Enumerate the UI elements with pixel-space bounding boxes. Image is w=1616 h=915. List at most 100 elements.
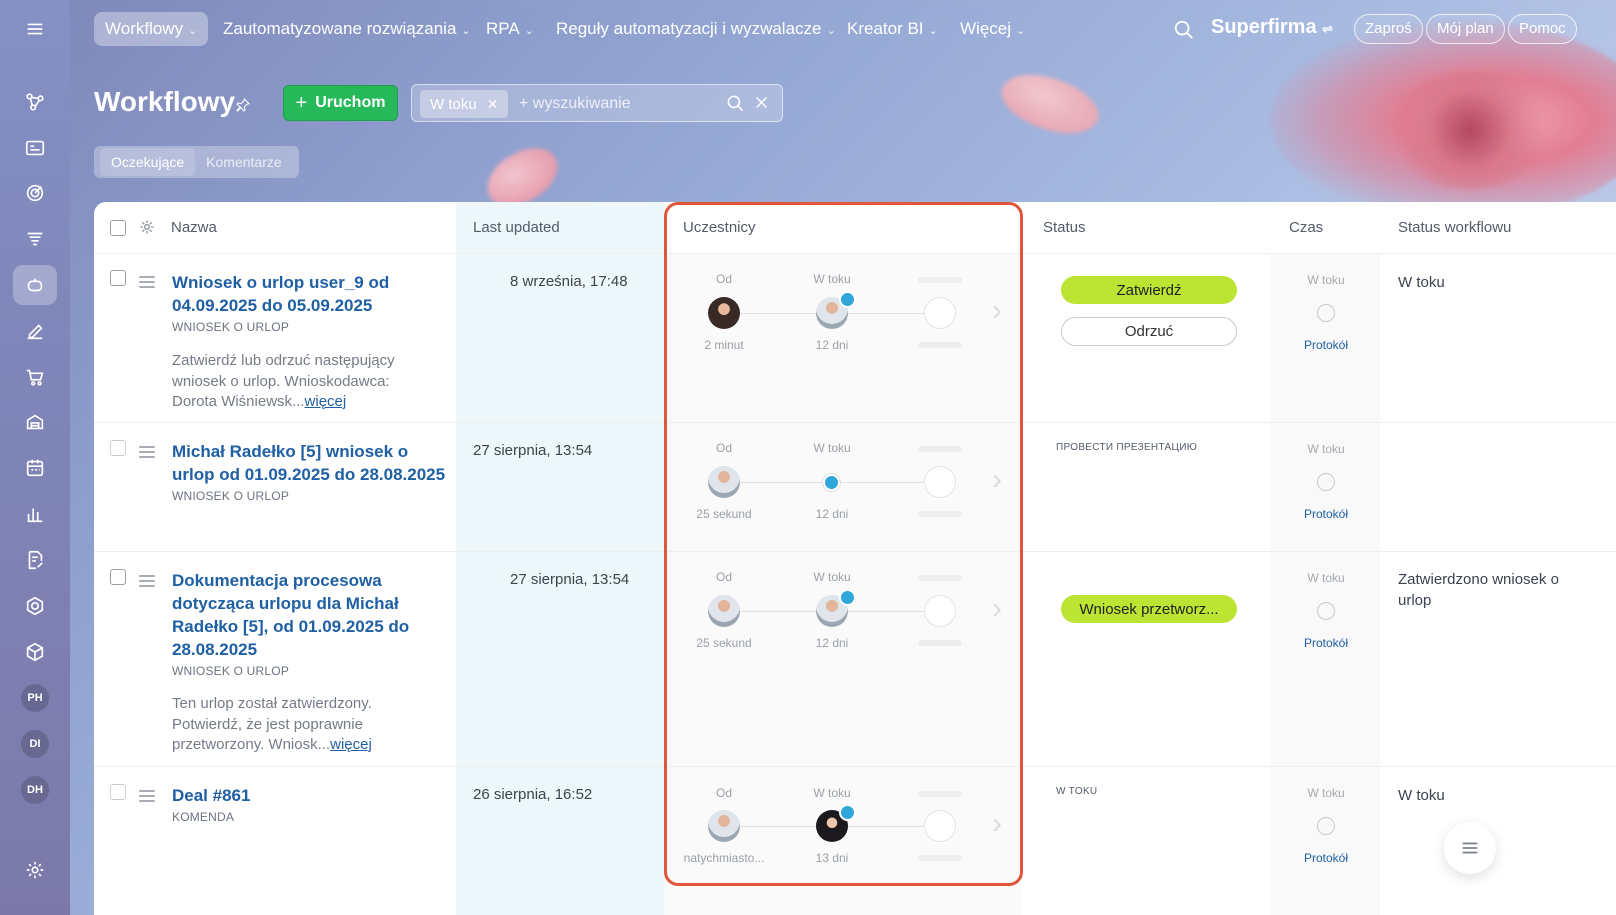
plus-icon: +	[295, 91, 308, 114]
sidebar-item-feed[interactable]	[13, 82, 57, 122]
participant-from-time: natychmiasto...	[683, 851, 765, 865]
bar-chart-icon	[27, 508, 43, 523]
column-status[interactable]: Status	[1043, 202, 1086, 254]
reject-button[interactable]: Odrzuć	[1061, 317, 1237, 346]
protocol-link[interactable]: Protokół	[1286, 507, 1366, 521]
row-checkbox[interactable]	[110, 784, 126, 800]
task-title-link[interactable]: Wniosek o urlop user_9 od 04.09.2025 do …	[172, 271, 447, 317]
chevron-right-icon[interactable]: ›	[992, 592, 1002, 626]
sliders-icon: ⇌	[1322, 21, 1334, 36]
more-link[interactable]: więcej	[330, 736, 372, 753]
pin-icon[interactable]	[235, 97, 251, 113]
search-icon[interactable]	[1173, 19, 1195, 41]
avatar-badge[interactable]: DH	[21, 776, 49, 804]
clock-icon	[1317, 817, 1335, 835]
nav-bi-builder[interactable]: Kreator BI ⌄	[836, 12, 949, 46]
close-icon[interactable]: ✕	[487, 96, 499, 112]
sidebar-item-hexagon[interactable]	[13, 586, 57, 626]
my-plan-button[interactable]: Mój plan	[1426, 14, 1505, 44]
drag-handle-icon[interactable]	[139, 276, 155, 291]
cart-icon	[26, 369, 44, 386]
empty-avatar-icon	[924, 595, 956, 627]
avatar-badge[interactable]: PH	[21, 684, 49, 712]
sidebar-item-tasks[interactable]	[13, 128, 57, 168]
column-time[interactable]: Czas	[1289, 202, 1323, 254]
nav-automation-rules[interactable]: Reguły automatyzacji i wyzwalacze ⌄	[545, 12, 847, 46]
clock-icon	[1317, 473, 1335, 491]
search-filter-box[interactable]: W toku ✕ + wyszukiwanie	[411, 84, 783, 122]
task-type: WNIOSEK O URLOP	[172, 664, 290, 678]
avatar[interactable]	[708, 810, 740, 842]
brand-name[interactable]: Superfirma ⇌	[1211, 16, 1333, 39]
chevron-right-icon[interactable]: ›	[992, 463, 1002, 497]
task-title-link[interactable]: Michał Radełko [5] wniosek o urlop od 01…	[172, 440, 447, 486]
list-icon	[1462, 842, 1478, 854]
avatar-badge[interactable]: DI	[21, 730, 49, 758]
task-type: WNIOSEK O URLOP	[172, 489, 290, 503]
status-button[interactable]: Wniosek przetworz...	[1061, 595, 1237, 623]
column-participants[interactable]: Uczestnicy	[683, 202, 756, 254]
search-icon[interactable]	[726, 94, 745, 113]
hexagon-icon	[26, 596, 44, 616]
approve-button[interactable]: Zatwierdź	[1061, 276, 1237, 304]
nav-automated-solutions[interactable]: Zautomatyzowane rozwiązania ⌄	[212, 12, 482, 46]
funnel-icon	[27, 232, 43, 246]
drag-handle-icon[interactable]	[139, 575, 155, 590]
subtabs: Oczekujące Komentarze	[94, 146, 299, 178]
chevron-right-icon[interactable]: ›	[992, 807, 1002, 841]
help-button[interactable]: Pomoc	[1508, 14, 1577, 44]
column-last-updated[interactable]: Last updated	[473, 202, 560, 254]
clock-icon	[839, 291, 856, 308]
task-title-link[interactable]: Deal #861	[172, 784, 447, 807]
drag-handle-icon[interactable]	[139, 446, 155, 461]
sidebar-item-reports[interactable]	[13, 494, 57, 534]
column-name[interactable]: Nazwa	[171, 202, 217, 254]
sidebar-item-calendar[interactable]	[13, 448, 57, 488]
settings-gear-icon[interactable]	[13, 850, 57, 890]
nav-rpa[interactable]: RPA ⌄	[475, 12, 545, 46]
sidebar-item-apps[interactable]	[13, 632, 57, 672]
participant-from-label: Od	[715, 441, 732, 455]
sidebar-item-docs[interactable]	[13, 540, 57, 580]
nav-more[interactable]: Więcej ⌄	[949, 12, 1036, 46]
sidebar-item-warehouse[interactable]	[13, 402, 57, 442]
protocol-link[interactable]: Protokół	[1286, 851, 1366, 865]
column-workflow-status[interactable]: Status workflowu	[1398, 202, 1511, 254]
tab-comments[interactable]: Komentarze	[195, 148, 292, 176]
avatar[interactable]	[708, 466, 740, 498]
invite-button[interactable]: Zaproś	[1354, 14, 1423, 44]
participant-from-time: 2 minut	[704, 338, 744, 352]
gear-icon[interactable]	[139, 219, 155, 235]
menu-icon[interactable]	[13, 9, 57, 49]
avatar[interactable]	[708, 595, 740, 627]
tab-pending[interactable]: Oczekujące	[100, 148, 196, 176]
row-checkbox[interactable]	[110, 270, 126, 286]
protocol-link[interactable]: Protokół	[1286, 338, 1366, 352]
last-updated: 27 sierpnia, 13:54	[510, 571, 630, 588]
sidebar-item-goals[interactable]	[13, 173, 57, 213]
more-link[interactable]: więcej	[305, 393, 347, 410]
row-checkbox[interactable]	[110, 569, 126, 585]
drag-handle-icon[interactable]	[139, 790, 155, 805]
avatar[interactable]	[708, 297, 740, 329]
status-text: W TOKU	[1056, 786, 1098, 797]
task-title-link[interactable]: Dokumentacja procesowa dotycząca urlopu …	[172, 569, 422, 661]
protocol-link[interactable]: Protokół	[1286, 636, 1366, 650]
participant-from-time: 25 sekund	[696, 507, 752, 521]
sidebar-item-automation[interactable]	[13, 265, 57, 305]
clear-icon[interactable]	[753, 94, 770, 111]
row-checkbox[interactable]	[110, 440, 126, 456]
select-all-checkbox[interactable]	[110, 220, 126, 236]
time-label: W toku	[1307, 786, 1345, 800]
chevron-right-icon[interactable]: ›	[992, 294, 1002, 328]
chevron-down-icon: ⌄	[928, 25, 938, 37]
sidebar-item-funnel[interactable]	[13, 219, 57, 259]
clock-icon	[839, 589, 856, 606]
run-button[interactable]: + Uruchom	[283, 85, 398, 121]
filter-chip-in-progress[interactable]: W toku ✕	[420, 90, 509, 118]
floating-menu-button[interactable]	[1444, 822, 1496, 874]
sidebar-item-shop[interactable]	[13, 357, 57, 397]
search-input[interactable]: + wyszukiwanie	[519, 85, 631, 123]
sidebar-item-sign[interactable]	[13, 311, 57, 351]
nav-workflows[interactable]: Workflowy ⌄	[94, 12, 209, 46]
